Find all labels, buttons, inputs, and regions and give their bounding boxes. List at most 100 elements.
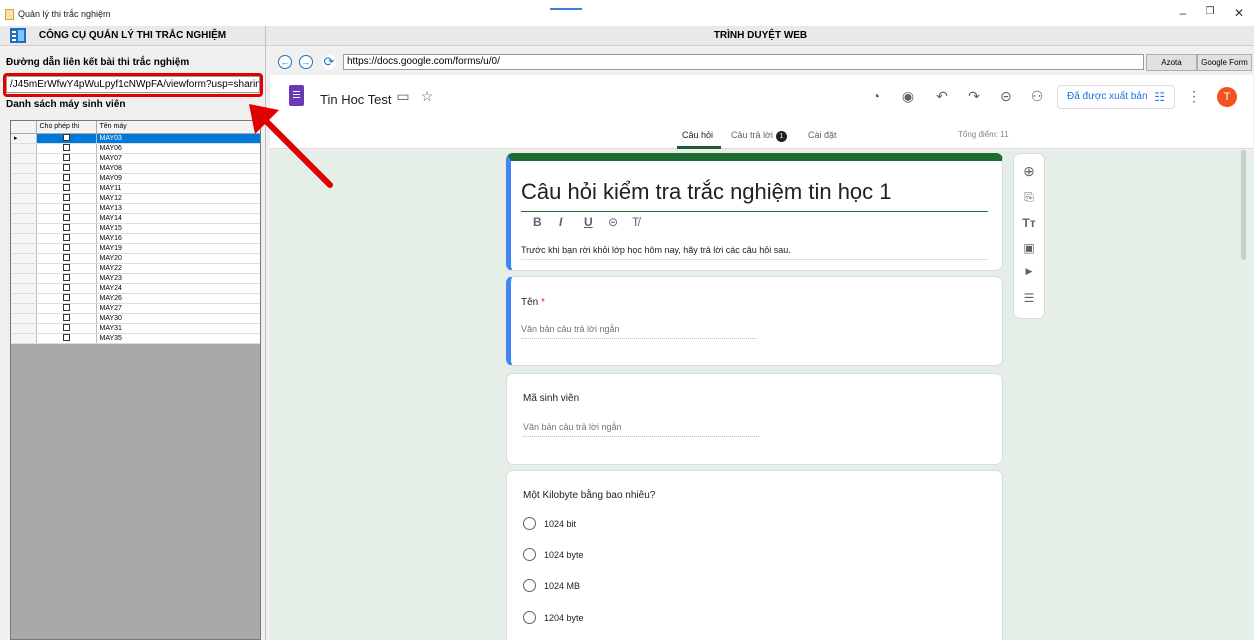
row-header[interactable] (11, 233, 37, 244)
table-row[interactable]: MAY26 (11, 293, 260, 304)
star-icon[interactable]: ☆ (417, 88, 437, 105)
row-header[interactable] (11, 323, 37, 334)
forward-button[interactable]: → (299, 55, 313, 69)
allow-exam-checkbox[interactable] (62, 274, 70, 282)
add-image-icon[interactable]: ▣ (1014, 241, 1044, 255)
allow-exam-checkbox[interactable] (62, 234, 70, 242)
google-form-button[interactable]: Google Form (1197, 54, 1252, 71)
underline-icon[interactable]: U (584, 215, 593, 229)
table-row[interactable]: MAY14 (11, 213, 260, 224)
allow-exam-checkbox[interactable] (62, 174, 70, 182)
row-header[interactable] (11, 303, 37, 314)
tab-responses[interactable]: Câu trả lời 1 (731, 130, 787, 142)
insert-link-icon[interactable]: ⊝ (608, 215, 618, 229)
refresh-button[interactable]: ⟳ (322, 55, 336, 69)
row-header[interactable] (11, 313, 37, 324)
allow-exam-checkbox[interactable] (62, 164, 70, 172)
allow-exam-checkbox[interactable] (62, 284, 70, 292)
question-card-student-id[interactable]: Mã sinh viên Văn bản câu trả lời ngắn (506, 373, 1003, 465)
row-header[interactable] (11, 253, 37, 264)
table-row[interactable]: MAY35 (11, 333, 260, 344)
allow-exam-checkbox[interactable] (62, 204, 70, 212)
table-row[interactable]: MAY09 (11, 173, 260, 184)
allow-exam-checkbox[interactable] (62, 134, 70, 142)
tab-questions[interactable]: Câu hỏi (682, 130, 713, 140)
allow-exam-checkbox[interactable] (62, 154, 70, 162)
question-card-name[interactable]: Tên * Văn bản câu trả lời ngắn (506, 276, 1003, 366)
page-scrollbar[interactable] (1241, 150, 1246, 260)
row-header[interactable] (11, 143, 37, 154)
table-row[interactable]: MAY07 (11, 153, 260, 164)
italic-icon[interactable]: I (559, 215, 562, 229)
undo-icon[interactable]: ↶ (932, 88, 952, 105)
allow-exam-checkbox[interactable] (62, 244, 70, 252)
import-questions-icon[interactable]: ⎘ (1014, 190, 1044, 205)
grid-col-allow[interactable]: Cho phép thi (36, 121, 97, 134)
row-header[interactable] (11, 213, 37, 224)
radio-option-4[interactable] (523, 611, 536, 624)
allow-exam-checkbox[interactable] (62, 224, 70, 232)
table-row[interactable]: MAY20 (11, 253, 260, 264)
table-row[interactable]: MAY19 (11, 243, 260, 254)
add-section-icon[interactable]: ☰ (1014, 291, 1044, 305)
back-button[interactable]: ← (278, 55, 292, 69)
allow-exam-checkbox[interactable] (62, 324, 70, 332)
row-header[interactable] (11, 283, 37, 294)
row-header[interactable] (11, 173, 37, 184)
radio-option-2[interactable] (523, 548, 536, 561)
add-video-icon[interactable]: ▶ (1014, 266, 1044, 277)
table-row[interactable]: MAY12 (11, 193, 260, 204)
published-button[interactable]: Đã được xuất bản ☷ (1057, 85, 1175, 109)
clear-format-icon[interactable]: T̸ (632, 215, 639, 229)
add-title-icon[interactable]: Tт (1014, 216, 1044, 230)
row-header[interactable] (11, 273, 37, 284)
table-row[interactable]: MAY15 (11, 223, 260, 234)
table-row[interactable]: MAY08 (11, 163, 260, 174)
doc-name[interactable]: Tin Hoc Test (320, 92, 392, 107)
preview-eye-icon[interactable]: ◉ (898, 88, 918, 105)
allow-exam-checkbox[interactable] (62, 254, 70, 262)
allow-exam-checkbox[interactable] (62, 304, 70, 312)
row-header[interactable] (11, 193, 37, 204)
radio-option-3[interactable] (523, 579, 536, 592)
allow-exam-checkbox[interactable] (62, 194, 70, 202)
folder-icon[interactable]: ▭ (393, 88, 413, 105)
more-icon[interactable]: ⋮ (1184, 88, 1204, 105)
azota-button[interactable]: Azota (1146, 54, 1197, 71)
title-card[interactable]: Câu hỏi kiểm tra trắc nghiệm tin học 1 B… (506, 153, 1003, 271)
row-header[interactable] (11, 203, 37, 214)
tab-settings[interactable]: Cài đặt (808, 130, 837, 140)
table-row[interactable]: MAY30 (11, 313, 260, 324)
table-row[interactable]: MAY22 (11, 263, 260, 274)
table-row[interactable]: MAY11 (11, 183, 260, 194)
grid-col-name[interactable]: Tên máy (96, 121, 260, 134)
allow-exam-checkbox[interactable] (62, 294, 70, 302)
link-icon[interactable]: ⊝ (996, 88, 1016, 105)
add-collaborator-icon[interactable]: ⚇ (1027, 88, 1047, 105)
table-row[interactable]: MAY27 (11, 303, 260, 314)
allow-exam-checkbox[interactable] (62, 314, 70, 322)
row-header[interactable]: ▸ (11, 133, 37, 144)
palette-icon[interactable]: ◔ (866, 88, 886, 104)
form-title[interactable]: Câu hỏi kiểm tra trắc nghiệm tin học 1 (521, 179, 988, 212)
form-description[interactable]: Trước khi bạn rời khỏi lớp học hôm nay, … (521, 245, 988, 260)
table-row[interactable]: MAY24 (11, 283, 260, 294)
redo-icon[interactable]: ↷ (964, 88, 984, 105)
question-card-kilobyte[interactable]: Một Kilobyte bằng bao nhiêu? 1024 bit 10… (506, 470, 1003, 640)
row-header[interactable] (11, 183, 37, 194)
row-header[interactable] (11, 293, 37, 304)
allow-exam-checkbox[interactable] (62, 264, 70, 272)
table-row[interactable]: MAY31 (11, 323, 260, 334)
avatar[interactable]: T (1217, 87, 1237, 107)
close-button[interactable]: ✕ (1224, 6, 1254, 20)
row-header[interactable] (11, 333, 37, 344)
bold-icon[interactable]: B (533, 215, 542, 229)
row-header[interactable] (11, 223, 37, 234)
add-question-icon[interactable]: ⊕ (1014, 163, 1044, 180)
row-header[interactable] (11, 163, 37, 174)
url-input[interactable]: https://docs.google.com/forms/u/0/ (343, 54, 1144, 70)
table-row[interactable]: MAY13 (11, 203, 260, 214)
allow-exam-checkbox[interactable] (62, 214, 70, 222)
allow-exam-checkbox[interactable] (62, 144, 70, 152)
row-header[interactable] (11, 263, 37, 274)
